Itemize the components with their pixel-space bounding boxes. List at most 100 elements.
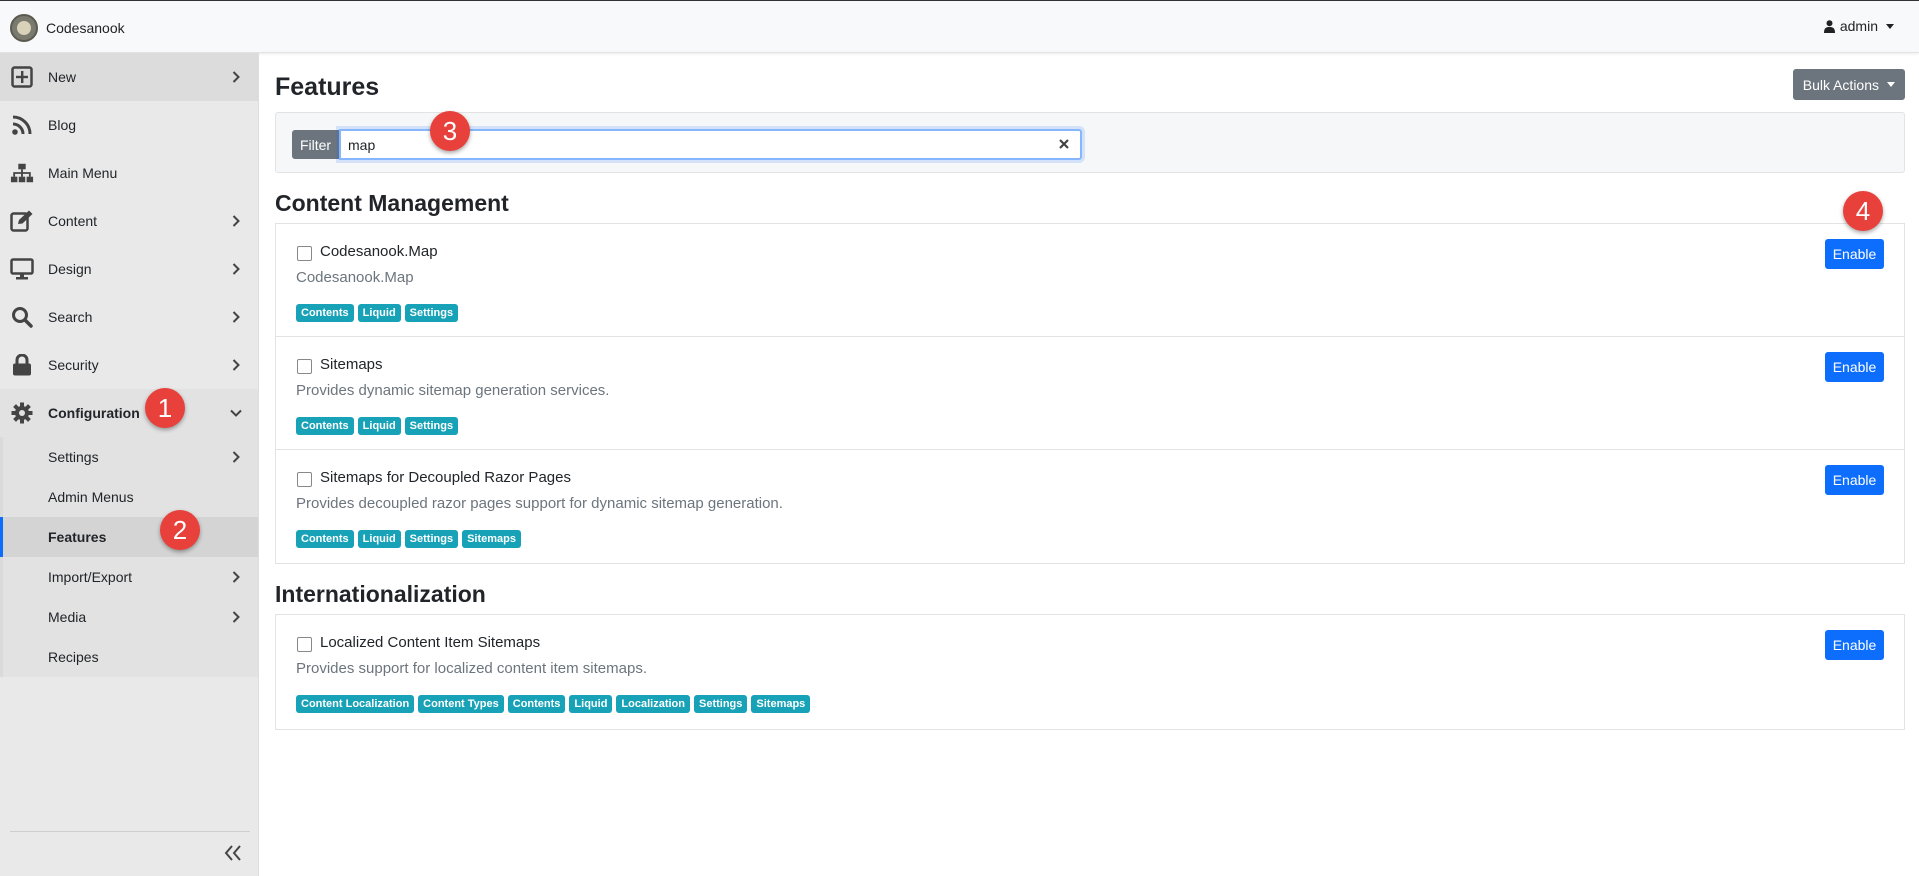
feature-description: Provides support for localized content i… — [296, 660, 647, 677]
feature-tag[interactable]: Content Localization — [296, 695, 415, 713]
feature-tag[interactable]: Content Types — [418, 695, 504, 713]
feature-description: Provides decoupled razor pages support f… — [296, 495, 783, 512]
feature-name: Codesanook.Map — [320, 243, 438, 260]
sidebar-item-content[interactable]: Content — [0, 197, 258, 245]
user-name: admin — [1839, 18, 1878, 34]
enable-button[interactable]: Enable — [1825, 352, 1884, 382]
feature-list: Codesanook.Map Codesanook.Map Contents L… — [275, 223, 1905, 564]
feature-checkbox[interactable] — [297, 359, 312, 374]
caret-down-icon — [1886, 23, 1894, 29]
edit-icon — [10, 209, 34, 233]
gear-icon — [10, 401, 34, 425]
feature-description: Codesanook.Map — [296, 269, 414, 286]
step-marker-4: 4 — [1843, 191, 1883, 231]
feature-name: Sitemaps for Decoupled Razor Pages — [320, 469, 571, 486]
sidebar-item-search[interactable]: Search — [0, 293, 258, 341]
feature-item: Sitemaps for Decoupled Razor Pages Provi… — [276, 450, 1904, 563]
feature-item: Codesanook.Map Codesanook.Map Contents L… — [276, 224, 1904, 337]
feature-name: Localized Content Item Sitemaps — [320, 634, 541, 651]
sidebar-item-media[interactable]: Media — [3, 597, 258, 637]
chevron-right-icon — [232, 311, 240, 323]
main-content: Features Bulk Actions Filter Content Man… — [259, 53, 1919, 876]
sidebar-item-admin-menus[interactable]: Admin Menus — [3, 477, 258, 517]
logo-icon — [10, 14, 38, 42]
feature-tag[interactable]: Contents — [296, 417, 354, 435]
top-navbar: Codesanook admin — [0, 0, 1919, 53]
sidebar-item-label: Admin Menus — [48, 489, 134, 505]
filter-bar: Filter — [275, 112, 1905, 173]
chevron-right-icon — [232, 451, 240, 463]
feature-tag[interactable]: Settings — [404, 417, 459, 435]
chevron-right-icon — [232, 71, 240, 83]
chevron-right-icon — [232, 571, 240, 583]
page-title: Features — [275, 73, 380, 101]
section-title: Content Management — [275, 190, 509, 216]
feature-item: Sitemaps Provides dynamic sitemap genera… — [276, 337, 1904, 450]
feature-tags: Contents Liquid Settings Sitemaps — [296, 530, 521, 548]
enable-button[interactable]: Enable — [1825, 465, 1884, 495]
feature-tags: Contents Liquid Settings — [296, 304, 459, 322]
sidebar-item-new[interactable]: New — [0, 53, 258, 101]
feature-tag[interactable]: Contents — [296, 304, 354, 322]
chevron-right-icon — [232, 359, 240, 371]
rss-icon — [10, 113, 34, 137]
feature-tag[interactable]: Settings — [404, 530, 459, 548]
feature-description: Provides dynamic sitemap generation serv… — [296, 382, 610, 399]
step-marker-2: 2 — [160, 510, 200, 550]
feature-tag[interactable]: Liquid — [357, 304, 401, 322]
sidebar-item-label: Design — [48, 261, 92, 277]
feature-checkbox[interactable] — [297, 637, 312, 652]
feature-item: Localized Content Item Sitemaps Provides… — [276, 615, 1904, 729]
step-marker-3: 3 — [430, 111, 470, 151]
feature-tag[interactable]: Liquid — [357, 417, 401, 435]
chevron-down-icon — [230, 409, 242, 417]
sidebar-item-label: New — [48, 69, 77, 85]
feature-tag[interactable]: Liquid — [569, 695, 613, 713]
feature-tag[interactable]: Settings — [693, 695, 748, 713]
feature-checkbox[interactable] — [297, 472, 312, 487]
sidebar-item-configuration[interactable]: Configuration — [0, 389, 258, 437]
sidebar-footer — [10, 831, 250, 876]
brand-name: Codesanook — [46, 20, 125, 36]
enable-button[interactable]: Enable — [1825, 630, 1884, 660]
sidebar-item-label: Configuration — [48, 405, 140, 421]
enable-button[interactable]: Enable — [1825, 239, 1884, 269]
sidebar-item-label: Media — [48, 609, 87, 625]
bulk-actions-button[interactable]: Bulk Actions — [1792, 69, 1905, 100]
sidebar-item-features[interactable]: Features — [0, 517, 258, 557]
sidebar-item-security[interactable]: Security — [0, 341, 258, 389]
chevron-right-icon — [232, 215, 240, 227]
sidebar-item-design[interactable]: Design — [0, 245, 258, 293]
feature-tag[interactable]: Sitemaps — [462, 530, 521, 548]
plus-square-icon — [10, 65, 34, 89]
lock-icon — [10, 353, 34, 377]
feature-tag[interactable]: Sitemaps — [751, 695, 811, 713]
sidebar-item-settings[interactable]: Settings — [3, 437, 258, 477]
feature-tag[interactable]: Contents — [296, 530, 354, 548]
feature-tag[interactable]: Settings — [404, 304, 459, 322]
sidebar-item-label: Security — [48, 357, 99, 373]
sidebar-item-label: Blog — [48, 117, 77, 133]
sidebar-item-import-export[interactable]: Import/Export — [3, 557, 258, 597]
sidebar-item-main-menu[interactable]: Main Menu — [0, 149, 258, 197]
feature-tag[interactable]: Contents — [507, 695, 566, 713]
sidebar-item-blog[interactable]: Blog — [0, 101, 258, 149]
caret-down-icon — [1887, 82, 1895, 87]
user-menu[interactable]: admin — [1823, 18, 1894, 34]
feature-tag[interactable]: Localization — [616, 695, 690, 713]
step-marker-1: 1 — [145, 388, 185, 428]
sidebar-item-label: Main Menu — [48, 165, 118, 181]
brand[interactable]: Codesanook — [10, 14, 125, 42]
configuration-submenu: Settings Admin Menus Features Import/Exp… — [0, 437, 258, 677]
search-icon — [10, 305, 34, 329]
sidebar-item-recipes[interactable]: Recipes — [3, 637, 258, 677]
sidebar-item-label: Settings — [48, 449, 99, 465]
sidebar-item-label: Content — [48, 213, 98, 229]
feature-checkbox[interactable] — [297, 246, 312, 261]
feature-tag[interactable]: Liquid — [357, 530, 401, 548]
feature-tags: Content Localization Content Types Conte… — [296, 695, 811, 713]
bulk-actions-label: Bulk Actions — [1802, 76, 1879, 93]
feature-list: Localized Content Item Sitemaps Provides… — [275, 614, 1905, 730]
collapse-sidebar-icon[interactable] — [224, 844, 242, 862]
clear-icon[interactable] — [1056, 136, 1072, 152]
